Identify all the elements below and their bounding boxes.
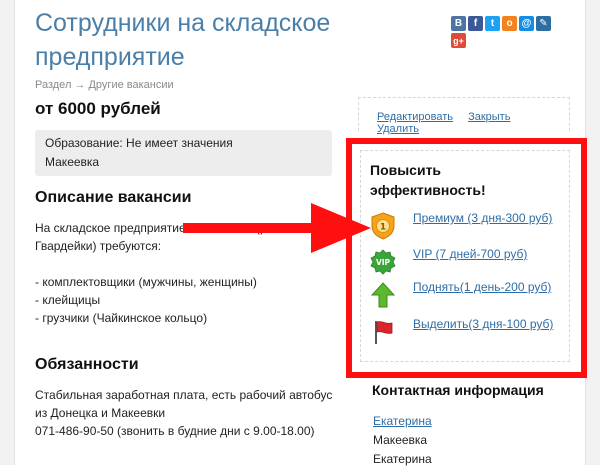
- premium-badge-icon: 1: [371, 212, 395, 240]
- page-frame-right: [585, 0, 600, 465]
- edit-link[interactable]: Редактировать: [377, 111, 453, 123]
- promote-option-label[interactable]: Выделить(3 дня-100 руб): [413, 316, 563, 332]
- vk-icon[interactable]: B: [451, 16, 466, 31]
- odnoklassniki-icon[interactable]: о: [502, 16, 517, 31]
- city-text: Макеевка: [45, 155, 100, 169]
- description-heading: Описание вакансии: [35, 189, 192, 206]
- duties-phone: 071-486-90-50 (звонить в будние дни с 9.…: [35, 424, 315, 438]
- description-item: - грузчики (Чайкинское кольцо): [35, 311, 208, 325]
- description-item: - клейщицы: [35, 293, 101, 307]
- promote-box: Повысить эффективность! 1 Премиум (3 дня…: [346, 138, 587, 378]
- ad-actions: Редактировать Закрыть Удалить: [358, 97, 570, 135]
- description-item: - комплектовщики (мужчины, женщины): [35, 275, 257, 289]
- contact-name-link[interactable]: Екатерина: [373, 412, 432, 431]
- contact-name: Екатерина: [373, 452, 432, 466]
- promote-option-label[interactable]: Премиум (3 дня-300 руб): [413, 210, 563, 226]
- mail-ru-icon[interactable]: @: [519, 16, 534, 31]
- twitter-icon[interactable]: t: [485, 16, 500, 31]
- promote-option-vip[interactable]: VIP VIP (7 дней-700 руб): [370, 246, 570, 280]
- annotation-arrow-icon: [183, 203, 371, 253]
- livejournal-icon[interactable]: ✎: [536, 16, 551, 31]
- breadcrumb: Раздел → Другие вакансии: [35, 79, 174, 91]
- promote-option-highlight[interactable]: Выделить(3 дня-100 руб): [370, 316, 570, 350]
- page-frame-left: [0, 0, 15, 465]
- breadcrumb-category: Другие вакансии: [88, 79, 174, 91]
- duties-heading: Обязанности: [35, 356, 139, 373]
- promote-option-label[interactable]: Поднять(1 день-200 руб): [413, 279, 563, 295]
- facebook-icon[interactable]: f: [468, 16, 483, 31]
- flag-icon: [375, 321, 393, 344]
- promote-option-raise[interactable]: Поднять(1 день-200 руб): [370, 279, 570, 313]
- duties-line2: из Донецка и Макеевки: [35, 406, 166, 420]
- promote-option-premium[interactable]: 1 Премиум (3 дня-300 руб): [370, 210, 570, 244]
- breadcrumb-section: Раздел: [35, 79, 72, 91]
- social-share: B f t о @ ✎ g+: [451, 16, 571, 50]
- education-text: Образование: Не имеет значения: [45, 136, 233, 150]
- duties-text: Стабильная заработная плата, есть рабочи…: [35, 386, 332, 440]
- vip-badge-icon: VIP: [370, 249, 396, 275]
- breadcrumb-arrow: →: [74, 79, 86, 91]
- contacts: Екатерина Макеевка Екатерина: [373, 412, 432, 469]
- info-box: Образование: Не имеет значения Макеевка: [35, 130, 332, 176]
- promote-option-label[interactable]: VIP (7 дней-700 руб): [413, 246, 563, 262]
- delete-link[interactable]: Удалить: [377, 123, 419, 135]
- premium-badge-number: 1: [380, 223, 386, 233]
- vip-badge-text: VIP: [376, 258, 391, 267]
- contacts-heading: Контактная информация: [372, 382, 544, 398]
- contact-city: Макеевка: [373, 433, 428, 447]
- promote-title: Повысить эффективность!: [370, 162, 486, 198]
- salary: от 6000 рублей: [35, 99, 161, 118]
- google-plus-icon[interactable]: g+: [451, 33, 466, 48]
- close-link[interactable]: Закрыть: [468, 111, 510, 123]
- page-title: Сотрудники на складское предприятие: [35, 9, 331, 71]
- arrow-up-icon: [370, 282, 396, 308]
- duties-line1: Стабильная заработная плата, есть рабочи…: [35, 388, 333, 402]
